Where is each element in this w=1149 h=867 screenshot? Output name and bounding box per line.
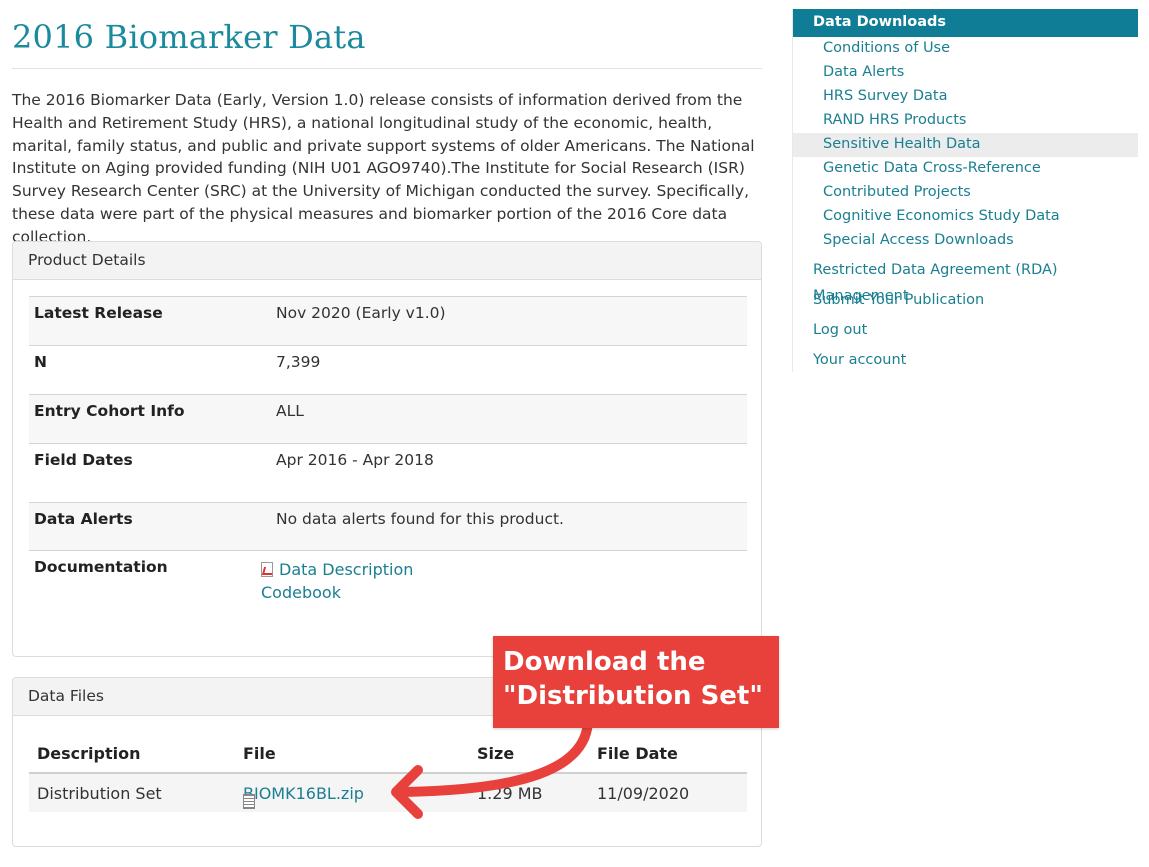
detail-label: Data Alerts xyxy=(34,510,133,528)
detail-row-field-dates: Field Dates Apr 2016 - Apr 2018 xyxy=(29,443,747,502)
product-details-heading: Product Details xyxy=(13,242,761,280)
sidebar-item-data-downloads[interactable]: Data Downloads xyxy=(793,9,1138,37)
file-cell: BIOMK16BL.zip xyxy=(243,784,364,809)
detail-label: Entry Cohort Info xyxy=(34,402,185,420)
detail-label: Documentation xyxy=(34,558,168,576)
table-row: Distribution Set BIOMK16BL.zip 1.29 MB 1… xyxy=(29,774,747,812)
sidebar-item-sensitive-health-data[interactable]: Sensitive Health Data xyxy=(793,133,1138,157)
callout-line-2: "Distribution Set" xyxy=(503,681,763,711)
table-header-row: Description File Size File Date xyxy=(29,734,747,774)
annotation-callout: Download the "Distribution Set" xyxy=(493,636,779,728)
file-size: 1.29 MB xyxy=(477,784,543,803)
sidebar-item-log-out[interactable]: Log out xyxy=(793,317,1138,347)
detail-label: Latest Release xyxy=(34,304,163,322)
page-title: 2016 Biomarker Data xyxy=(12,18,366,56)
sidebar-item-hrs-survey-data[interactable]: HRS Survey Data xyxy=(793,85,1138,109)
detail-value: ALL xyxy=(276,402,304,420)
file-description: Distribution Set xyxy=(37,784,162,803)
sidebar-submenu: Conditions of Use Data Alerts HRS Survey… xyxy=(793,37,1138,253)
product-details-table: Latest Release Nov 2020 (Early v1.0) N 7… xyxy=(29,296,747,616)
product-details-panel: Product Details Latest Release Nov 2020 … xyxy=(12,241,762,657)
file-download-link[interactable]: BIOMK16BL.zip xyxy=(243,784,364,803)
zip-file-icon xyxy=(243,794,255,809)
column-header-file-date: File Date xyxy=(597,744,678,763)
sidebar-item-special-access[interactable]: Special Access Downloads xyxy=(793,229,1138,253)
documentation-links: Data Description Codebook xyxy=(261,558,413,604)
detail-label: N xyxy=(34,353,47,371)
title-divider xyxy=(12,68,762,69)
intro-paragraph: The 2016 Biomarker Data (Early, Version … xyxy=(12,91,755,246)
sidebar-item-genetic-data[interactable]: Genetic Data Cross-Reference xyxy=(793,157,1138,181)
sidebar-item-rand-hrs-products[interactable]: RAND HRS Products xyxy=(793,109,1138,133)
data-description-label: Data Description xyxy=(279,560,414,579)
detail-row-entry-cohort: Entry Cohort Info ALL xyxy=(29,394,747,443)
file-date: 11/09/2020 xyxy=(597,784,690,803)
callout-line-1: Download the xyxy=(503,647,706,677)
column-header-file: File xyxy=(243,744,276,763)
pdf-icon xyxy=(261,562,273,577)
detail-row-data-alerts: Data Alerts No data alerts found for thi… xyxy=(29,502,747,550)
data-files-table: Description File Size File Date Distribu… xyxy=(29,734,747,812)
sidebar-item-conditions-of-use[interactable]: Conditions of Use xyxy=(793,37,1138,61)
sidebar-nav: Data Downloads Conditions of Use Data Al… xyxy=(792,9,1138,372)
detail-label: Field Dates xyxy=(34,451,133,469)
codebook-link[interactable]: Codebook xyxy=(261,583,341,602)
sidebar-item-your-account[interactable]: Your account xyxy=(793,347,1138,377)
detail-row-n: N 7,399 xyxy=(29,345,747,394)
detail-value: No data alerts found for this product. xyxy=(276,510,564,528)
sidebar-item-submit-publication[interactable]: Submit Your Publication xyxy=(793,287,1138,317)
detail-value: 7,399 xyxy=(276,353,321,371)
detail-row-latest-release: Latest Release Nov 2020 (Early v1.0) xyxy=(29,296,747,345)
sidebar-item-rda-management[interactable]: Restricted Data Agreement (RDA) Manageme… xyxy=(793,257,1138,304)
sidebar-item-contributed-projects[interactable]: Contributed Projects xyxy=(793,181,1138,205)
data-description-link[interactable]: Data Description xyxy=(261,560,413,579)
column-header-size: Size xyxy=(477,744,515,763)
sidebar-item-data-alerts[interactable]: Data Alerts xyxy=(793,61,1138,85)
detail-value: Nov 2020 (Early v1.0) xyxy=(276,304,446,322)
sidebar-item-cognitive-economics[interactable]: Cognitive Economics Study Data xyxy=(793,205,1138,229)
detail-row-documentation: Documentation Data Description Codebook xyxy=(29,550,747,616)
column-header-description: Description xyxy=(37,744,141,763)
detail-value: Apr 2016 - Apr 2018 xyxy=(276,451,434,469)
